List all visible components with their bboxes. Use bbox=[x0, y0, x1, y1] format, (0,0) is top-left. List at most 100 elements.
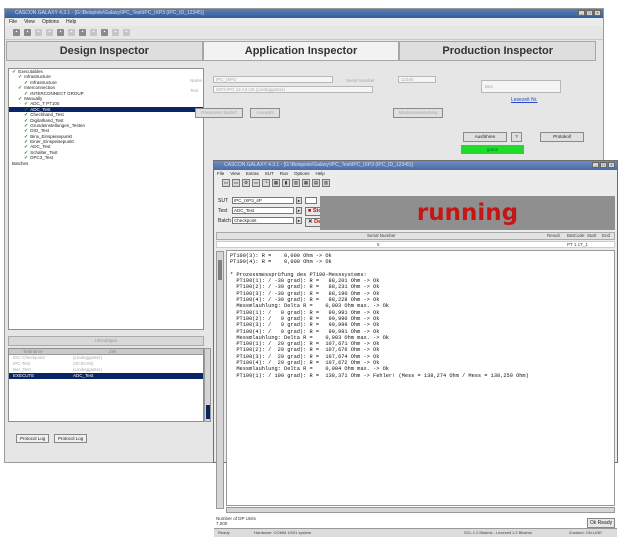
lesezeit-link[interactable]: Lesezeit Nr. bbox=[511, 97, 537, 103]
sut-browse-button[interactable]: ▸ bbox=[296, 197, 302, 204]
execute-button[interactable]: Ausführen bbox=[463, 132, 507, 142]
maximize-button[interactable]: □ bbox=[586, 10, 593, 16]
result-grid-row[interactable]: 5 PT 1.1T_1 bbox=[216, 241, 615, 248]
col-batcode[interactable]: BatCode bbox=[567, 233, 585, 239]
undo-icon[interactable]: ▪ bbox=[90, 29, 97, 36]
tree-item-label: Digitalhand_Test bbox=[30, 117, 64, 123]
layout-icon[interactable]: ▥ bbox=[292, 179, 300, 187]
list-icon[interactable]: ▤ bbox=[312, 179, 320, 187]
ok-ready-button[interactable]: Ok Ready bbox=[587, 518, 615, 528]
sut-field[interactable]: IPC_IXP3_4P bbox=[232, 197, 294, 204]
log-row[interactable]: EXECUTE ADC_Test bbox=[9, 373, 203, 379]
test-browse-button[interactable]: ▸ bbox=[296, 207, 302, 214]
count-field[interactable] bbox=[305, 197, 317, 204]
test-maximize-button[interactable]: □ bbox=[600, 162, 607, 168]
text-field[interactable]: IXP3 IPC 12 A4 US (Lindeggaster) bbox=[213, 86, 373, 93]
tree-item-label: Checkhand_Test bbox=[30, 112, 64, 118]
col-start[interactable]: Start bbox=[587, 233, 597, 239]
test-menu-sut[interactable]: SUT bbox=[265, 170, 274, 177]
find-icon[interactable]: ▪ bbox=[101, 29, 108, 36]
inspector-tabs: Design Inspector Application Inspector P… bbox=[6, 41, 597, 61]
new-icon[interactable]: ▪ bbox=[13, 29, 20, 36]
test-menu-extras[interactable]: Extras bbox=[246, 170, 259, 177]
help-button[interactable]: ? bbox=[511, 132, 522, 142]
menu-file[interactable]: File bbox=[9, 18, 17, 26]
log-cell-testname: EXECUTE bbox=[13, 373, 35, 378]
print-icon[interactable]: ▭ bbox=[252, 179, 260, 187]
protocol-button[interactable]: Protokoll bbox=[540, 132, 584, 142]
tree-item-label: ADC_Test bbox=[30, 144, 51, 150]
mask-button[interactable]: Maskenanwendung bbox=[393, 108, 443, 118]
menu-options[interactable]: Options bbox=[42, 18, 59, 26]
cut-icon[interactable]: ▪ bbox=[57, 29, 64, 36]
auswahl-button[interactable]: Auswahl bbox=[250, 108, 280, 118]
output-line: PT100(1): / 100 grad): R = 138,371 Ohm -… bbox=[230, 372, 529, 379]
result-grid-header: Serial Number Result BatCode Start End bbox=[216, 232, 615, 240]
tab-design-inspector[interactable]: Design Inspector bbox=[6, 41, 203, 61]
status-hardware: Hardware: COMM 1/001 system bbox=[254, 530, 312, 535]
name-field[interactable]: IPC_IXP3 bbox=[213, 76, 333, 83]
output-scrollbar[interactable] bbox=[216, 251, 224, 509]
text-label: Text bbox=[190, 88, 199, 93]
folder-icon[interactable]: ▭ bbox=[222, 179, 230, 187]
log-scrollbar[interactable] bbox=[204, 348, 211, 422]
tab-production-inspector[interactable]: Production Inspector bbox=[399, 41, 597, 61]
menu-help[interactable]: Help bbox=[66, 18, 76, 26]
tab-application-inspector[interactable]: Application Inspector bbox=[202, 41, 400, 61]
bottom-tab-protocol-1[interactable]: Protocol Log bbox=[16, 434, 50, 443]
tree-add-button[interactable]: Hinzufügen bbox=[8, 336, 204, 346]
parameter-button[interactable]: Parameter Bedarf bbox=[195, 108, 243, 118]
gear-icon[interactable]: ⚙ bbox=[242, 179, 250, 187]
batch-field[interactable]: Checkpoint bbox=[232, 217, 294, 224]
col-serial-number[interactable]: Serial Number bbox=[367, 233, 396, 239]
test-menu-file[interactable]: File bbox=[217, 170, 224, 177]
test-minimize-button[interactable]: _ bbox=[592, 162, 599, 168]
test-menu-view[interactable]: View bbox=[230, 170, 240, 177]
help-icon[interactable]: ▪ bbox=[123, 29, 130, 36]
test-window-controls: _ □ × bbox=[592, 162, 615, 168]
grid-icon[interactable]: ▦ bbox=[302, 179, 310, 187]
print-icon[interactable]: ▪ bbox=[46, 29, 53, 36]
copy-icon[interactable]: ▪ bbox=[68, 29, 75, 36]
batch-label: Batch bbox=[218, 218, 231, 224]
check-icon: ✓ bbox=[18, 95, 23, 102]
test-label: Test bbox=[218, 208, 228, 214]
minimize-button[interactable]: _ bbox=[578, 10, 585, 16]
save-icon[interactable]: ▭ bbox=[232, 179, 240, 187]
batch-select[interactable]: Ben bbox=[481, 80, 561, 93]
test-menu-run[interactable]: Run bbox=[280, 170, 288, 177]
test-title-bar: CASCON GALAXY 4.3.1 - [G:\Beispiele\Gala… bbox=[214, 161, 617, 170]
output-hscrollbar[interactable] bbox=[226, 507, 615, 513]
bottom-tab-protocol-2[interactable]: Protocol Log bbox=[54, 434, 88, 443]
col-result[interactable]: Result bbox=[547, 233, 560, 239]
test-menu-help[interactable]: Help bbox=[316, 170, 325, 177]
paste-icon[interactable]: ▪ bbox=[79, 29, 86, 36]
test-menu-options[interactable]: Options bbox=[294, 170, 310, 177]
test-close-button[interactable]: × bbox=[608, 162, 615, 168]
log-col-testname[interactable]: Testname bbox=[9, 349, 69, 354]
table-icon[interactable]: ▦ bbox=[272, 179, 280, 187]
window-controls: _ □ × bbox=[578, 10, 601, 16]
serial-field[interactable]: 12345 bbox=[398, 76, 436, 83]
test-toolbar: ▭ ▭ ⚙ ▭ └ ▦ ▮ ▥ ▦ ▤ ▥ bbox=[214, 177, 617, 189]
log-cell-zeit: ADC_Test bbox=[73, 373, 94, 378]
tree-item-label: Batches bbox=[12, 160, 29, 166]
graph-icon[interactable]: └ bbox=[262, 179, 270, 187]
columns-icon[interactable]: ▥ bbox=[322, 179, 330, 187]
settings-icon[interactable]: ▪ bbox=[112, 29, 119, 36]
menu-view[interactable]: View bbox=[24, 18, 35, 26]
close-button[interactable]: × bbox=[594, 10, 601, 16]
chart-icon[interactable]: ▮ bbox=[282, 179, 290, 187]
batch-browse-button[interactable]: ▸ bbox=[296, 217, 302, 224]
col-end[interactable]: End bbox=[602, 233, 610, 239]
tree-item-label: Schalter_Test bbox=[30, 149, 58, 155]
save-icon[interactable]: ▪ bbox=[35, 29, 42, 36]
main-toolbar: ▪ ▪ ▪ ▪ ▪ ▪ ▪ ▪ ▪ ▪ ▪ bbox=[5, 26, 603, 40]
test-tree: ✓ Executables ✓ Infrastructure ✓ Infrastructu… bbox=[8, 68, 204, 330]
test-field[interactable]: ADC_Test bbox=[232, 207, 294, 214]
tree-item[interactable]: Batches bbox=[9, 161, 203, 166]
log-col-zeit[interactable]: Zeit bbox=[69, 349, 117, 354]
open-icon[interactable]: ▪ bbox=[24, 29, 31, 36]
status-timing: SCL 1.2 Bitalms - Lesezeit 1.2 Bitalms bbox=[464, 530, 532, 535]
main-menu-bar: File View Options Help bbox=[5, 18, 603, 26]
